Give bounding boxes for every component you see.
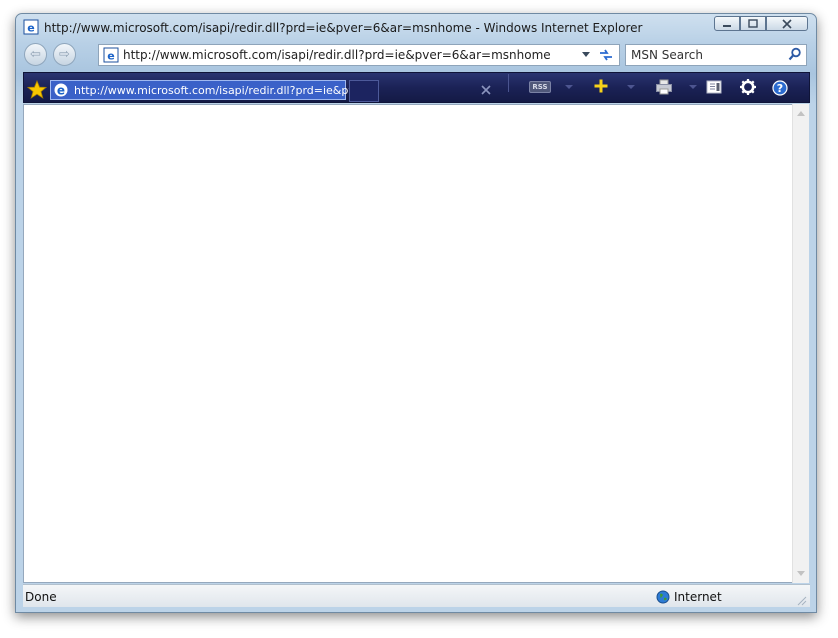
chevron-down-icon — [627, 84, 635, 89]
security-zone-label: Internet — [674, 590, 722, 604]
close-icon — [481, 85, 491, 95]
forward-button[interactable]: ⇨ — [53, 43, 76, 66]
refresh-icon — [600, 49, 612, 61]
print-dropdown-button[interactable] — [688, 82, 698, 92]
plus-icon — [594, 79, 608, 93]
close-tab-button[interactable] — [479, 82, 493, 98]
vertical-scrollbar[interactable] — [792, 104, 809, 583]
chevron-down-icon — [582, 52, 590, 57]
address-url[interactable]: http://www.microsoft.com/isapi/redir.dll… — [123, 48, 551, 62]
page-icon — [706, 80, 722, 94]
print-button[interactable] — [654, 78, 674, 96]
page-menu-button[interactable] — [704, 78, 724, 96]
scroll-up-button[interactable] — [793, 106, 808, 120]
back-arrow-icon: ⇦ — [30, 47, 41, 62]
minimize-icon — [723, 24, 731, 27]
close-window-button[interactable] — [766, 16, 808, 31]
help-button[interactable]: ? — [771, 79, 789, 97]
star-icon — [27, 80, 47, 99]
address-dropdown-button[interactable] — [580, 48, 592, 62]
svg-text:e: e — [107, 50, 114, 63]
gear-icon — [740, 79, 756, 95]
ie-page-icon: e — [23, 19, 39, 35]
new-tab-button[interactable] — [349, 80, 379, 102]
rss-icon: RSS — [532, 83, 548, 91]
maximize-button[interactable] — [740, 16, 766, 31]
resize-grip[interactable] — [795, 594, 807, 606]
search-icon — [788, 47, 801, 61]
svg-text:e: e — [57, 84, 65, 98]
add-favorite-dropdown-button[interactable] — [626, 82, 636, 92]
window-title: http://www.microsoft.com/isapi/redir.dll… — [44, 21, 643, 35]
page-content[interactable] — [23, 104, 809, 583]
back-button[interactable]: ⇦ — [24, 43, 47, 66]
close-icon — [782, 18, 792, 29]
rss-feeds-button[interactable]: RSS — [529, 81, 551, 93]
resize-grip-icon — [797, 596, 807, 606]
search-button[interactable] — [786, 46, 804, 62]
favorites-center-button[interactable] — [26, 79, 48, 101]
printer-icon — [656, 79, 672, 95]
minimize-button[interactable] — [714, 16, 740, 31]
toolbar-separator — [508, 74, 509, 92]
search-input[interactable]: MSN Search — [631, 48, 703, 62]
chevron-up-icon — [796, 110, 805, 116]
rss-dropdown-button[interactable] — [564, 82, 574, 92]
svg-text:?: ? — [777, 82, 783, 95]
status-text: Done — [25, 590, 57, 604]
chevron-down-icon — [689, 84, 697, 89]
chevron-down-icon — [565, 84, 573, 89]
svg-text:e: e — [27, 22, 34, 35]
globe-icon — [655, 589, 670, 604]
tools-button[interactable] — [738, 78, 758, 96]
maximize-icon — [748, 18, 758, 28]
add-favorite-button[interactable] — [592, 77, 610, 95]
chevron-down-icon — [796, 570, 805, 576]
refresh-button[interactable] — [596, 47, 616, 63]
ie-page-icon: e — [103, 47, 119, 63]
help-icon: ? — [772, 80, 788, 96]
tab-title: http://www.microsoft.com/isapi/redir.dll… — [74, 84, 362, 97]
forward-arrow-icon: ⇨ — [59, 47, 70, 62]
scroll-down-button[interactable] — [793, 566, 808, 580]
ie-tab-icon: e — [53, 82, 69, 98]
